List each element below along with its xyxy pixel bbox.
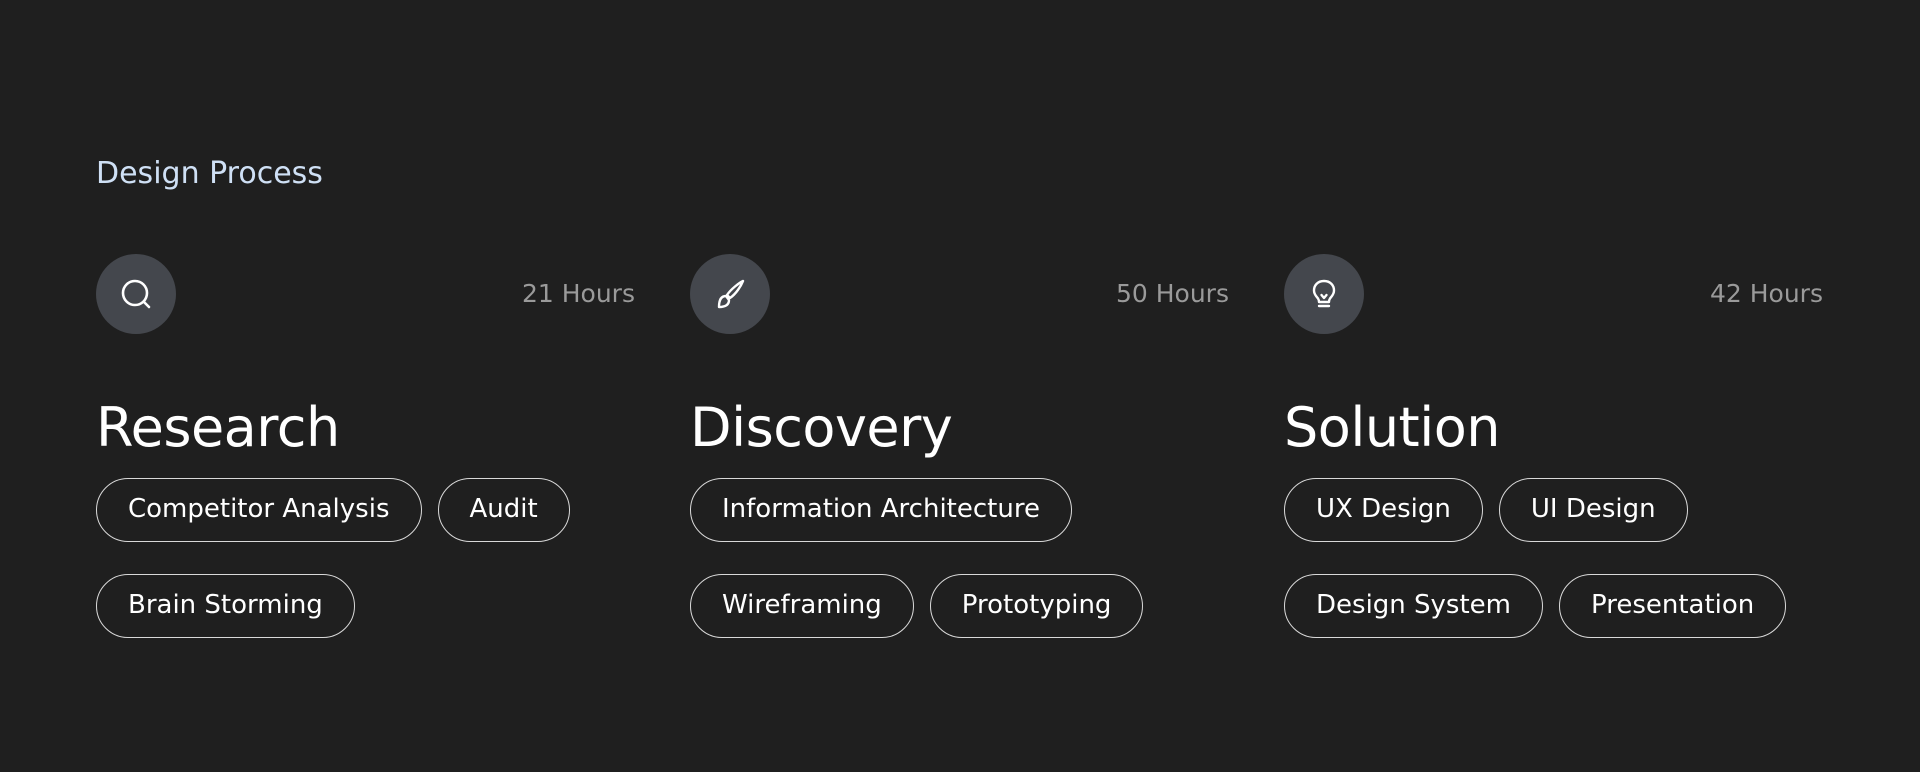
hours-label: 21 Hours bbox=[521, 279, 635, 308]
column-header: 50 Hours bbox=[690, 254, 1229, 334]
tag-brain-storming[interactable]: Brain Storming bbox=[96, 574, 355, 638]
brush-icon bbox=[690, 254, 770, 334]
section-title: Design Process bbox=[96, 156, 323, 191]
tag-design-system[interactable]: Design System bbox=[1284, 574, 1543, 638]
hours-label: 50 Hours bbox=[1115, 279, 1229, 308]
tag-presentation[interactable]: Presentation bbox=[1559, 574, 1787, 638]
tag-competitor-analysis[interactable]: Competitor Analysis bbox=[96, 478, 422, 542]
tag-list: Competitor Analysis Audit Brain Storming bbox=[96, 478, 635, 638]
design-process-section: Design Process 21 Hours Research Competi… bbox=[0, 0, 1920, 772]
column-title: Solution bbox=[1284, 396, 1500, 459]
process-column-discovery: 50 Hours Discovery Information Architect… bbox=[690, 254, 1229, 638]
lightbulb-icon bbox=[1284, 254, 1364, 334]
tag-list: UX Design UI Design Design System Presen… bbox=[1284, 478, 1823, 638]
tag-information-architecture[interactable]: Information Architecture bbox=[690, 478, 1072, 542]
tag-audit[interactable]: Audit bbox=[437, 478, 570, 542]
process-column-research: 21 Hours Research Competitor Analysis Au… bbox=[96, 254, 635, 638]
tag-list: Information Architecture Wireframing Pro… bbox=[690, 478, 1229, 638]
tag-prototyping[interactable]: Prototyping bbox=[929, 574, 1144, 638]
tag-ux-design[interactable]: UX Design bbox=[1284, 478, 1483, 542]
tag-ui-design[interactable]: UI Design bbox=[1498, 478, 1688, 542]
tag-wireframing[interactable]: Wireframing bbox=[690, 574, 914, 638]
column-header: 21 Hours bbox=[96, 254, 635, 334]
column-title: Research bbox=[96, 396, 340, 459]
column-title: Discovery bbox=[690, 396, 953, 459]
column-header: 42 Hours bbox=[1284, 254, 1823, 334]
hours-label: 42 Hours bbox=[1709, 279, 1823, 308]
search-icon bbox=[96, 254, 176, 334]
process-column-solution: 42 Hours Solution UX Design UI Design De… bbox=[1284, 254, 1823, 638]
